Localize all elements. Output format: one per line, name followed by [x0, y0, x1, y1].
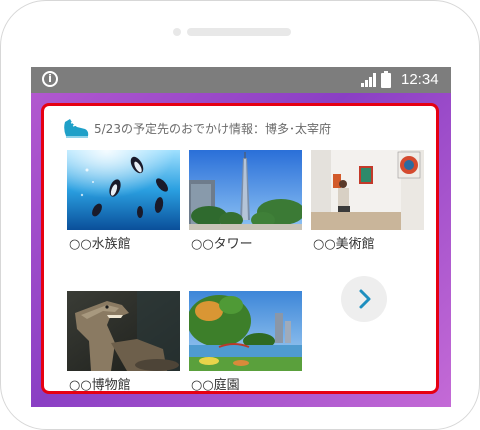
signal-icon	[361, 73, 376, 87]
outing-info-title: 5/23の予定先のおでかけ情報：博多･太宰府	[94, 122, 331, 136]
earpiece-speaker	[187, 28, 291, 36]
phone-frame: i 12:34 5/23の予定先のおでかけ情報：博多･太宰府 ○○水族館 ○○タ…	[0, 0, 480, 430]
japanese-garden-photo	[189, 291, 302, 371]
chevron-right-icon	[359, 289, 371, 309]
spot-label-art-museum: ○○美術館	[313, 237, 375, 252]
spot-tile-tower[interactable]: ○○タワー	[189, 150, 302, 252]
sneaker-icon	[64, 119, 89, 138]
spot-label-tower: ○○タワー	[191, 237, 253, 252]
info-icon[interactable]: i	[42, 71, 58, 87]
aquarium-penguins-photo	[67, 150, 180, 230]
spot-label-museum: ○○博物館	[69, 378, 131, 393]
spot-label-garden: ○○庭園	[191, 378, 240, 393]
status-bar: i 12:34	[31, 67, 451, 93]
clock: 12:34	[401, 71, 439, 88]
spot-tile-museum[interactable]: ○○博物館	[67, 291, 180, 393]
tower-photo	[189, 150, 302, 230]
outing-info-card: 5/23の予定先のおでかけ情報：博多･太宰府 ○○水族館 ○○タワー ○○美術館…	[41, 103, 439, 394]
art-gallery-photo	[311, 150, 424, 230]
spot-tile-garden[interactable]: ○○庭園	[189, 291, 302, 393]
spot-tile-art-museum[interactable]: ○○美術館	[311, 150, 424, 252]
dinosaur-museum-photo	[67, 291, 180, 371]
next-button[interactable]	[341, 276, 387, 322]
battery-icon	[381, 71, 391, 88]
front-camera	[173, 28, 181, 36]
phone-screen: i 12:34 5/23の予定先のおでかけ情報：博多･太宰府 ○○水族館 ○○タ…	[31, 67, 451, 407]
spot-tile-aquarium[interactable]: ○○水族館	[67, 150, 180, 252]
spot-label-aquarium: ○○水族館	[69, 237, 131, 252]
